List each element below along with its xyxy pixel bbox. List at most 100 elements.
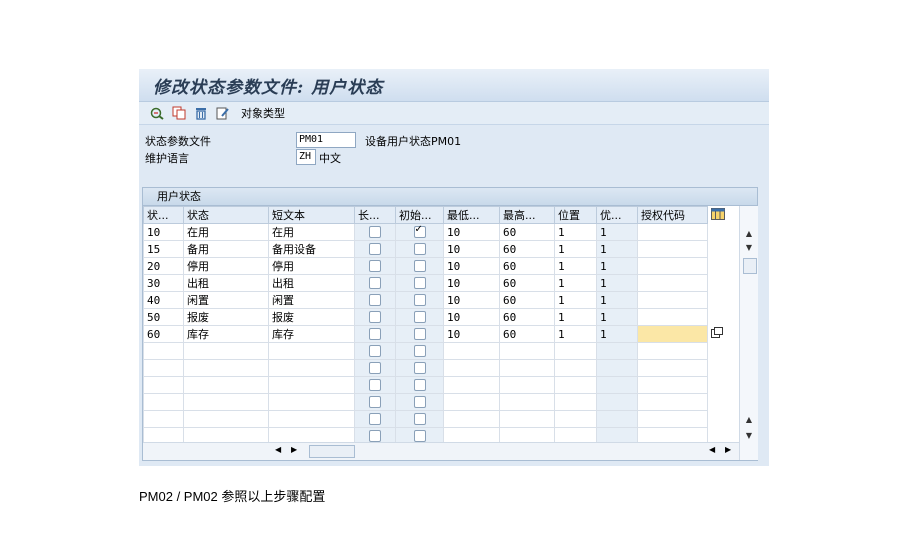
auth-code-cell[interactable]: [637, 223, 708, 241]
table-row[interactable]: 60 库存 库存 10 60 1 1: [143, 325, 740, 343]
table-row-empty[interactable]: [143, 359, 740, 377]
long-text-checkbox[interactable]: [369, 294, 381, 306]
initial-status-checkbox[interactable]: [413, 277, 426, 289]
priority-cell[interactable]: 1: [596, 308, 638, 326]
initial-status-checkbox[interactable]: [413, 430, 426, 442]
empty-cell[interactable]: [143, 376, 184, 394]
position-cell[interactable]: 1: [554, 240, 597, 258]
empty-cell[interactable]: [637, 342, 708, 360]
empty-cell[interactable]: [499, 410, 555, 428]
lowest-cell[interactable]: 10: [443, 240, 500, 258]
empty-cell[interactable]: [443, 376, 500, 394]
long-text-checkbox[interactable]: [369, 260, 381, 272]
lowest-cell[interactable]: 10: [443, 291, 500, 309]
priority-cell[interactable]: 1: [596, 274, 638, 292]
scroll-page-up-icon[interactable]: ▲: [740, 412, 758, 426]
vertical-scrollbar[interactable]: ▲ ▼ ▲ ▼: [739, 206, 758, 460]
delete-icon[interactable]: [193, 105, 209, 121]
table-row-empty[interactable]: [143, 376, 740, 394]
auth-code-cell[interactable]: [637, 325, 708, 343]
status-cell[interactable]: 报废: [183, 308, 269, 326]
display-change-icon[interactable]: [149, 105, 165, 121]
initial-status-checkbox[interactable]: [413, 379, 426, 391]
table-row[interactable]: 20 停用 停用 10 60 1 1: [143, 257, 740, 275]
initial-status-checkbox[interactable]: [413, 328, 426, 340]
position-cell[interactable]: 1: [554, 308, 597, 326]
status-number-cell[interactable]: 10: [143, 223, 184, 241]
table-row-empty[interactable]: [143, 410, 740, 428]
language-field[interactable]: ZH: [296, 149, 316, 165]
long-text-checkbox[interactable]: [369, 396, 381, 408]
status-cell[interactable]: 闲置: [183, 291, 269, 309]
lowest-cell[interactable]: 10: [443, 308, 500, 326]
empty-cell[interactable]: [268, 393, 355, 411]
position-cell[interactable]: 1: [554, 223, 597, 241]
status-cell[interactable]: 在用: [183, 223, 269, 241]
status-number-cell[interactable]: 20: [143, 257, 184, 275]
initial-status-checkbox[interactable]: [413, 362, 426, 374]
position-cell[interactable]: 1: [554, 274, 597, 292]
empty-cell[interactable]: [183, 359, 269, 377]
status-number-cell[interactable]: 60: [143, 325, 184, 343]
priority-cell[interactable]: 1: [596, 325, 638, 343]
scroll-far-left-icon[interactable]: ◀: [709, 445, 715, 454]
status-cell[interactable]: 出租: [183, 274, 269, 292]
empty-cell[interactable]: [143, 410, 184, 428]
col-header-long-text[interactable]: 长...: [354, 206, 396, 224]
highest-cell[interactable]: 60: [499, 291, 555, 309]
table-row-empty[interactable]: [143, 342, 740, 360]
empty-cell[interactable]: [443, 410, 500, 428]
priority-cell[interactable]: 1: [596, 257, 638, 275]
auth-code-cell[interactable]: [637, 274, 708, 292]
status-cell[interactable]: 备用: [183, 240, 269, 258]
col-header-auth-code[interactable]: 授权代码: [637, 206, 708, 224]
empty-cell[interactable]: [554, 410, 597, 428]
short-text-cell[interactable]: 库存: [268, 325, 355, 343]
lowest-cell[interactable]: 10: [443, 257, 500, 275]
status-cell[interactable]: 库存: [183, 325, 269, 343]
auth-code-cell[interactable]: [637, 291, 708, 309]
long-text-checkbox[interactable]: [369, 379, 381, 391]
empty-cell[interactable]: [143, 359, 184, 377]
empty-cell[interactable]: [443, 393, 500, 411]
empty-cell[interactable]: [554, 359, 597, 377]
empty-cell[interactable]: [183, 393, 269, 411]
empty-cell[interactable]: [596, 410, 638, 428]
scroll-far-right-icon[interactable]: ▶: [725, 445, 731, 454]
initial-status-checkbox[interactable]: [413, 413, 426, 425]
status-cell[interactable]: 停用: [183, 257, 269, 275]
copy-icon[interactable]: [171, 105, 187, 121]
long-text-checkbox[interactable]: [369, 413, 381, 425]
empty-cell[interactable]: [268, 342, 355, 360]
initial-status-checkbox[interactable]: [413, 243, 426, 255]
initial-status-checkbox[interactable]: [413, 311, 426, 323]
empty-cell[interactable]: [183, 342, 269, 360]
empty-cell[interactable]: [183, 410, 269, 428]
col-header-status[interactable]: 状态: [183, 206, 269, 224]
short-text-cell[interactable]: 在用: [268, 223, 355, 241]
lowest-cell[interactable]: 10: [443, 223, 500, 241]
empty-cell[interactable]: [183, 376, 269, 394]
scroll-thumb[interactable]: [743, 258, 757, 274]
empty-cell[interactable]: [499, 359, 555, 377]
empty-cell[interactable]: [637, 410, 708, 428]
empty-cell[interactable]: [443, 359, 500, 377]
object-types-button[interactable]: 对象类型: [241, 105, 285, 121]
col-header-priority[interactable]: 优...: [596, 206, 638, 224]
position-cell[interactable]: 1: [554, 257, 597, 275]
lowest-cell[interactable]: 10: [443, 274, 500, 292]
short-text-cell[interactable]: 出租: [268, 274, 355, 292]
position-cell[interactable]: 1: [554, 325, 597, 343]
long-text-checkbox[interactable]: [369, 345, 381, 357]
empty-cell[interactable]: [596, 393, 638, 411]
priority-cell[interactable]: 1: [596, 223, 638, 241]
highest-cell[interactable]: 60: [499, 223, 555, 241]
initial-status-checkbox[interactable]: [413, 294, 426, 306]
initial-status-checkbox[interactable]: [413, 225, 426, 238]
highest-cell[interactable]: 60: [499, 240, 555, 258]
empty-cell[interactable]: [499, 393, 555, 411]
empty-cell[interactable]: [554, 376, 597, 394]
empty-cell[interactable]: [637, 376, 708, 394]
empty-cell[interactable]: [596, 342, 638, 360]
profile-field[interactable]: PM01: [296, 132, 356, 148]
